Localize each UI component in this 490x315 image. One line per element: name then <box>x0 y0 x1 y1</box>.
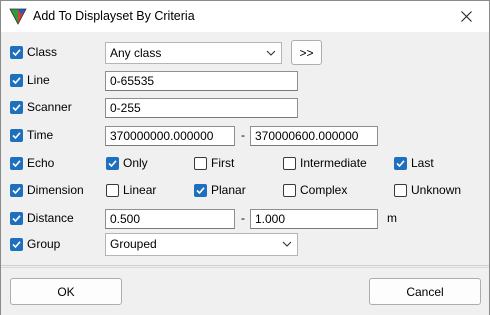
echo-first-label: First <box>211 156 235 170</box>
dimension-label: Dimension <box>27 183 84 197</box>
line-checkbox[interactable] <box>10 74 23 87</box>
checkmark-icon <box>196 187 205 195</box>
echo-checkbox[interactable] <box>10 157 23 170</box>
dimension-planar-checkbox[interactable] <box>194 184 207 197</box>
class-label: Class <box>27 45 58 59</box>
checkmark-icon <box>12 241 21 249</box>
echo-row: Echo Only First Intermediate Last <box>1 153 489 175</box>
class-row: Class Any class >> <box>1 40 489 65</box>
scanner-row: Scanner <box>1 97 489 119</box>
title-bar: Add To Displayset By Criteria <box>1 1 489 32</box>
dimension-complex-label: Complex <box>300 183 348 197</box>
dimension-row: Dimension Linear Planar Complex Unknown <box>1 180 489 202</box>
checkmark-icon <box>12 160 21 168</box>
cancel-button[interactable]: Cancel <box>369 278 481 305</box>
dimension-planar-label: Planar <box>211 183 246 197</box>
checkmark-icon <box>396 160 405 168</box>
dimension-linear-checkbox[interactable] <box>106 184 119 197</box>
distance-separator: - <box>241 211 245 225</box>
checkmark-icon <box>12 49 21 57</box>
echo-last-checkbox[interactable] <box>394 157 407 170</box>
checkmark-icon <box>12 77 21 85</box>
checkmark-icon <box>12 132 21 140</box>
window-title: Add To Displayset By Criteria <box>33 9 195 23</box>
distance-label: Distance <box>27 211 74 225</box>
line-label: Line <box>27 73 50 87</box>
distance-to-input[interactable] <box>250 209 378 229</box>
dimension-unknown-label: Unknown <box>411 183 462 197</box>
time-to-input[interactable] <box>250 126 378 146</box>
echo-only-label: Only <box>123 156 148 170</box>
echo-first-checkbox[interactable] <box>194 157 207 170</box>
time-from-input[interactable] <box>105 126 235 146</box>
echo-intermediate-label: Intermediate <box>300 156 367 170</box>
checkmark-icon <box>108 160 117 168</box>
ok-button[interactable]: OK <box>10 278 122 305</box>
scanner-input[interactable] <box>105 98 298 118</box>
echo-intermediate-checkbox[interactable] <box>283 157 296 170</box>
dialog-window: Add To Displayset By Criteria Class Any … <box>0 0 490 315</box>
close-button[interactable] <box>443 1 489 32</box>
distance-from-input[interactable] <box>105 209 235 229</box>
distance-unit: m <box>387 211 397 225</box>
time-label: Time <box>27 128 54 142</box>
checkmark-icon <box>12 187 21 195</box>
chevron-down-icon <box>282 241 292 247</box>
time-checkbox[interactable] <box>10 129 23 142</box>
close-icon <box>460 11 472 22</box>
distance-checkbox[interactable] <box>10 212 23 225</box>
scanner-label: Scanner <box>27 100 72 114</box>
line-row: Line <box>1 70 489 92</box>
app-icon <box>9 8 27 25</box>
dimension-checkbox[interactable] <box>10 184 23 197</box>
group-label: Group <box>27 237 61 251</box>
class-select[interactable]: Any class <box>105 42 282 64</box>
echo-last-label: Last <box>411 156 434 170</box>
footer-divider <box>1 265 489 266</box>
dialog-footer: OK Cancel <box>1 267 489 315</box>
class-select-value: Any class <box>110 46 162 60</box>
echo-only-checkbox[interactable] <box>106 157 119 170</box>
group-select[interactable]: Grouped <box>105 233 298 256</box>
checkmark-icon <box>12 215 21 223</box>
checkmark-icon <box>12 104 21 112</box>
dimension-linear-label: Linear <box>123 183 157 197</box>
group-select-value: Grouped <box>110 237 157 251</box>
dimension-unknown-checkbox[interactable] <box>394 184 407 197</box>
class-more-button[interactable]: >> <box>291 40 322 65</box>
group-row: Group Grouped <box>1 233 489 256</box>
group-checkbox[interactable] <box>10 238 23 251</box>
line-input[interactable] <box>105 71 298 91</box>
distance-row: Distance - m <box>1 208 489 230</box>
scanner-checkbox[interactable] <box>10 101 23 114</box>
echo-label: Echo <box>27 156 55 170</box>
time-row: Time - <box>1 125 489 147</box>
dimension-complex-checkbox[interactable] <box>283 184 296 197</box>
time-separator: - <box>241 128 245 142</box>
chevron-down-icon <box>266 50 276 56</box>
class-checkbox[interactable] <box>10 46 23 59</box>
